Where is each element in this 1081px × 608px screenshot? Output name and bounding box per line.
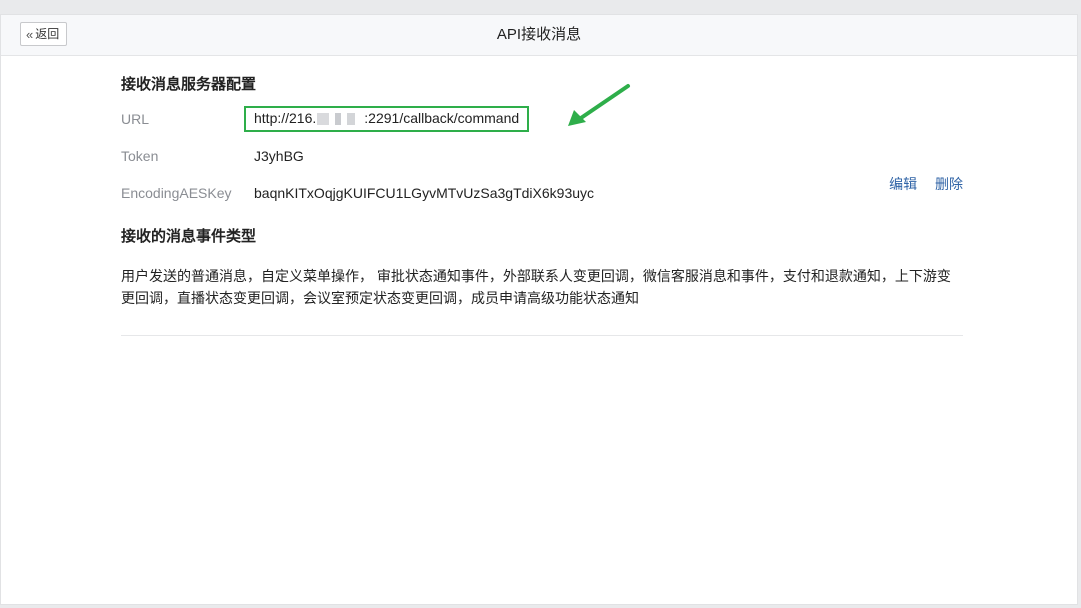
config-actions: 编辑 删除 — [875, 166, 963, 203]
aes-key-row: EncodingAESKey baqnKITxOqjgKUIFCU1LGyvMT… — [121, 175, 963, 212]
aes-key-value: baqnKITxOqjgKUIFCU1LGyvMTvUzSa3gTdiX6k93… — [254, 185, 595, 201]
url-highlight-box: http://216. :2291/callback/command — [244, 106, 530, 132]
redacted-blur — [317, 113, 364, 126]
page-title: API接收消息 — [496, 26, 582, 43]
section-divider — [121, 335, 963, 336]
event-types-description: 用户发送的普通消息，自定义菜单操作， 审批状态通知事件，外部联系人变更回调，微信… — [121, 268, 951, 306]
server-config-title: 接收消息服务器配置 — [121, 76, 257, 93]
delete-link[interactable]: 删除 — [935, 176, 963, 192]
annotation-arrow-icon — [568, 84, 630, 126]
url-label: URL — [121, 111, 150, 127]
edit-link[interactable]: 编辑 — [889, 176, 917, 192]
main-content: 接收消息服务器配置 URL http://216. :2291/callback/… — [121, 73, 963, 336]
aes-key-label: EncodingAESKey — [121, 185, 232, 201]
event-types-title: 接收的消息事件类型 — [121, 228, 257, 245]
token-row: Token J3yhBG — [121, 138, 963, 175]
token-label: Token — [121, 148, 159, 164]
top-bar: « 返回 API接收消息 — [1, 15, 1077, 56]
url-value-prefix: http://216. — [254, 110, 317, 126]
url-row: URL http://216. :2291/callback/command — [121, 101, 963, 138]
token-value: J3yhBG — [254, 148, 304, 164]
url-value-suffix: :2291/callback/command — [364, 110, 520, 126]
